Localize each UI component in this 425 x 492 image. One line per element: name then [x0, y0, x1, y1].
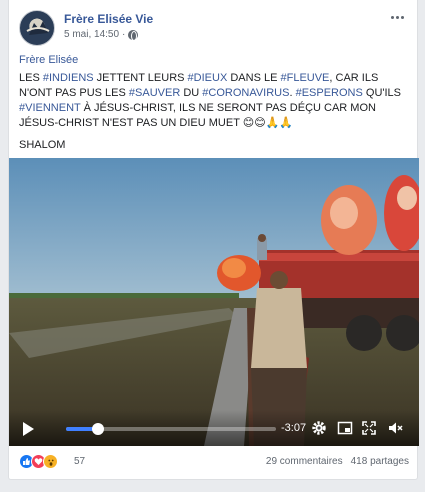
post-author-line[interactable]: Frère Elisée [19, 54, 78, 66]
progress-scrubber[interactable] [91, 423, 104, 435]
play-icon[interactable] [23, 422, 34, 436]
hashtag-link[interactable]: #CORONAVIRUS [202, 87, 289, 99]
post-text-segment: DANS LE [227, 72, 281, 84]
hashtag-link[interactable]: #DIEUX [188, 72, 228, 84]
comments-count-link[interactable]: 29 commentaires [266, 456, 343, 467]
video-frame [9, 158, 419, 446]
post-footer: 57 29 commentaires 418 partages [19, 454, 409, 472]
dot-icon [400, 15, 404, 19]
post-text-segment: LES [19, 72, 43, 84]
globe-icon [128, 29, 139, 41]
post-text-segment: DU [180, 87, 203, 99]
picture-in-picture-icon[interactable] [337, 420, 353, 436]
post-text-segment: QU'ILS [362, 87, 402, 99]
hashtag-link[interactable]: #SAUVER [129, 87, 180, 99]
post-header: Frère Elisée Vie 5 mai, 14:50 · [19, 10, 407, 46]
post-timestamp[interactable]: 5 mai, 14:50 [64, 29, 119, 40]
fullscreen-icon[interactable] [361, 420, 377, 436]
post-message: LES #INDIENS JETTENT LEURS #DIEUX DANS L… [19, 71, 414, 131]
post-text-segment: JETTENT LEURS [93, 72, 188, 84]
video-player[interactable]: -3:07 [9, 158, 419, 446]
time-remaining: -3:07 [281, 422, 307, 434]
reaction-count[interactable]: 57 [74, 456, 85, 467]
hashtag-link[interactable]: #ESPERONS [296, 87, 363, 99]
engagement-stats: 29 commentaires 418 partages [266, 456, 409, 467]
post-closing: SHALOM [19, 139, 66, 151]
video-controls: -3:07 [9, 410, 419, 446]
wow-reaction-icon [43, 454, 58, 469]
dot-icon [395, 15, 399, 19]
separator-dot: · [122, 29, 126, 40]
page-avatar[interactable] [19, 10, 55, 46]
post-meta: 5 mai, 14:50 · [64, 29, 139, 41]
hashtag-link[interactable]: #FLEUVE [280, 72, 329, 84]
reactions-summary[interactable] [19, 454, 58, 469]
hashtag-link[interactable]: #INDIENS [43, 72, 94, 84]
hashtag-link[interactable]: #VIENNENT [19, 102, 81, 114]
dot-icon [390, 15, 394, 19]
post-body: LES #INDIENS JETTENT LEURS #DIEUX DANS L… [19, 71, 414, 160]
page-name-link[interactable]: Frère Elisée Vie [64, 12, 153, 26]
shares-count-link[interactable]: 418 partages [351, 456, 409, 467]
progress-bar[interactable] [66, 423, 276, 435]
more-options-button[interactable] [387, 10, 407, 24]
post-card: Frère Elisée Vie 5 mai, 14:50 · Frère El… [8, 0, 419, 480]
muted-volume-icon[interactable] [387, 420, 403, 436]
settings-gear-icon[interactable] [311, 420, 327, 436]
